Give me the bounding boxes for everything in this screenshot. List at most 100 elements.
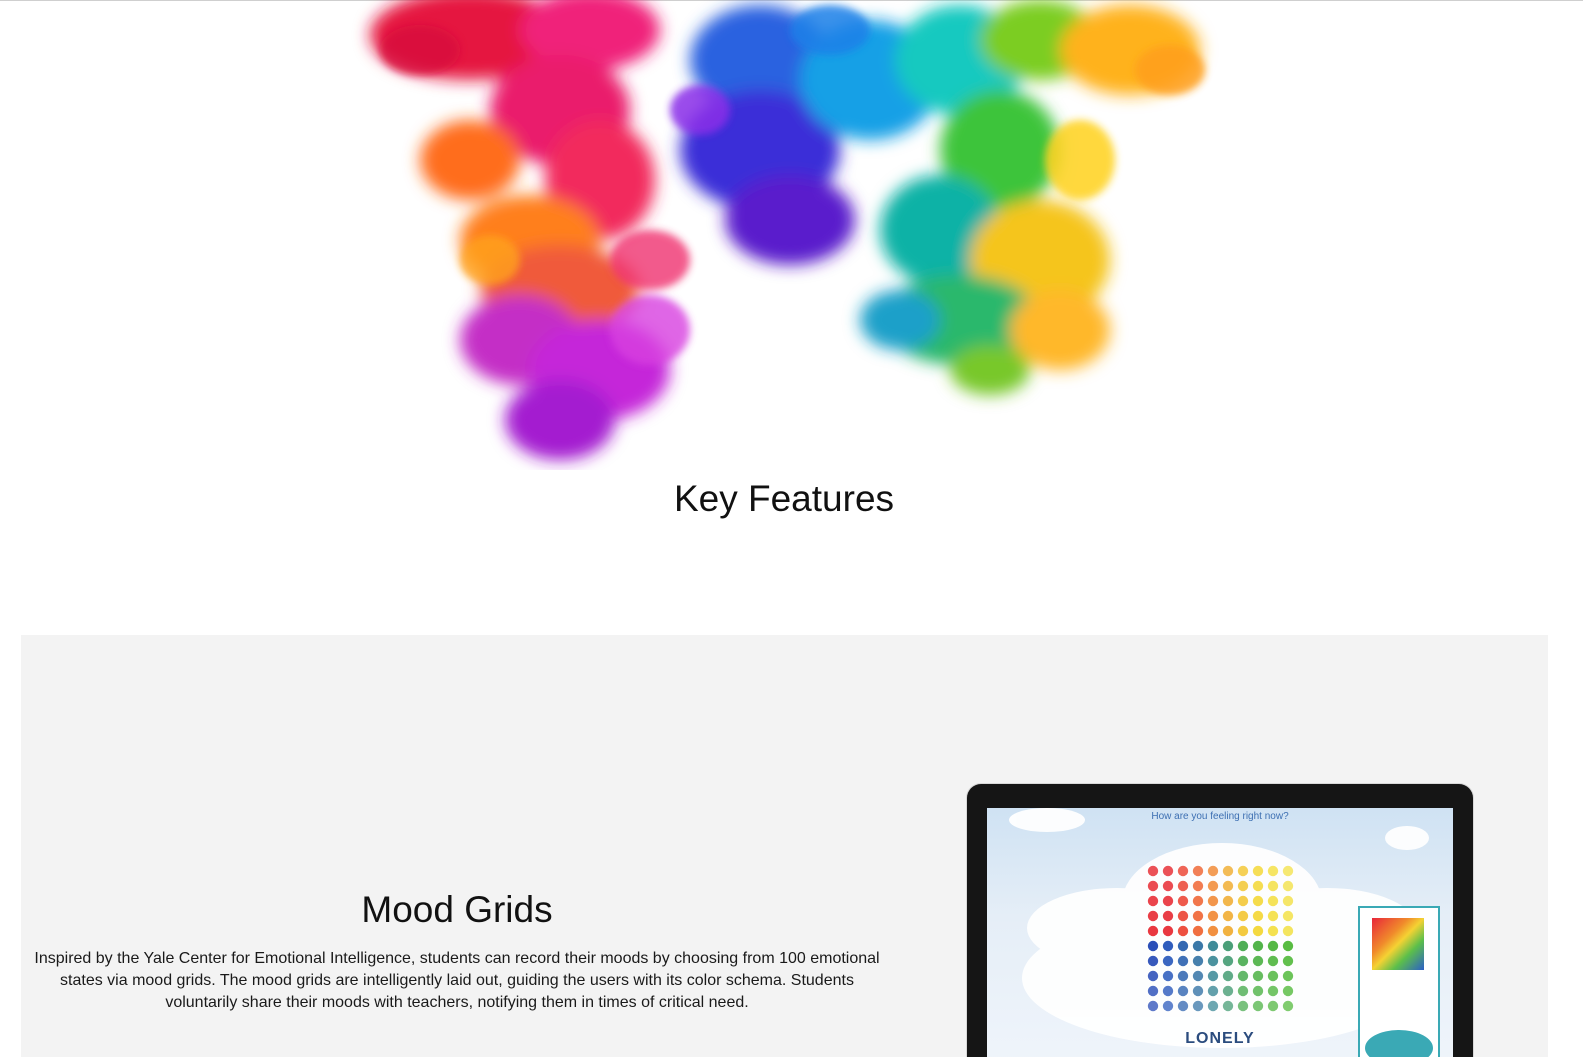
mood-dot[interactable] (1237, 940, 1249, 952)
mood-dot[interactable] (1237, 910, 1249, 922)
mood-dot[interactable] (1267, 880, 1279, 892)
mood-dot[interactable] (1237, 955, 1249, 967)
mood-dot[interactable] (1192, 940, 1204, 952)
mood-dot[interactable] (1192, 880, 1204, 892)
mood-dot[interactable] (1177, 880, 1189, 892)
mood-dot[interactable] (1282, 1000, 1294, 1012)
mood-dot[interactable] (1267, 925, 1279, 937)
mood-dot[interactable] (1147, 940, 1159, 952)
mood-dot[interactable] (1147, 910, 1159, 922)
mood-dot[interactable] (1267, 985, 1279, 997)
mood-dot[interactable] (1192, 925, 1204, 937)
mood-dot[interactable] (1192, 985, 1204, 997)
mood-dot[interactable] (1252, 940, 1264, 952)
mood-dot[interactable] (1282, 910, 1294, 922)
mood-dot[interactable] (1207, 910, 1219, 922)
mood-dot[interactable] (1252, 910, 1264, 922)
mood-dot[interactable] (1162, 925, 1174, 937)
mood-dot[interactable] (1237, 985, 1249, 997)
mood-dot[interactable] (1177, 895, 1189, 907)
mood-dot[interactable] (1252, 970, 1264, 982)
mood-dot[interactable] (1147, 925, 1159, 937)
mood-dot[interactable] (1267, 895, 1279, 907)
mood-dot[interactable] (1252, 1000, 1264, 1012)
mood-dot[interactable] (1222, 985, 1234, 997)
mood-dot[interactable] (1192, 970, 1204, 982)
mood-dot[interactable] (1237, 970, 1249, 982)
mood-dot[interactable] (1207, 940, 1219, 952)
mood-dot[interactable] (1267, 865, 1279, 877)
mood-dot[interactable] (1147, 865, 1159, 877)
mood-dot[interactable] (1162, 880, 1174, 892)
mood-dot[interactable] (1267, 910, 1279, 922)
mood-dot[interactable] (1252, 880, 1264, 892)
mood-dot[interactable] (1177, 1000, 1189, 1012)
mood-dot[interactable] (1192, 895, 1204, 907)
mood-dot[interactable] (1222, 940, 1234, 952)
mood-dot[interactable] (1237, 925, 1249, 937)
mood-dot[interactable] (1252, 985, 1264, 997)
mood-dot[interactable] (1177, 940, 1189, 952)
mood-dot[interactable] (1177, 925, 1189, 937)
mood-dot[interactable] (1147, 1000, 1159, 1012)
mood-dot[interactable] (1282, 895, 1294, 907)
mood-dot[interactable] (1207, 970, 1219, 982)
mood-dot[interactable] (1162, 895, 1174, 907)
mood-dot[interactable] (1267, 1000, 1279, 1012)
mood-dot[interactable] (1252, 925, 1264, 937)
mood-dot[interactable] (1282, 985, 1294, 997)
mood-dot[interactable] (1237, 895, 1249, 907)
mood-dot[interactable] (1282, 880, 1294, 892)
mood-dot[interactable] (1162, 985, 1174, 997)
mood-dot[interactable] (1222, 1000, 1234, 1012)
mood-dot[interactable] (1177, 955, 1189, 967)
mood-dot[interactable] (1237, 1000, 1249, 1012)
mood-dot[interactable] (1177, 985, 1189, 997)
mood-dot[interactable] (1282, 955, 1294, 967)
mood-dot[interactable] (1162, 1000, 1174, 1012)
mood-dot[interactable] (1222, 880, 1234, 892)
mood-dot[interactable] (1177, 865, 1189, 877)
mood-dot[interactable] (1192, 1000, 1204, 1012)
mood-dot[interactable] (1207, 1000, 1219, 1012)
mood-dot[interactable] (1162, 865, 1174, 877)
mood-dot[interactable] (1282, 940, 1294, 952)
mood-dot[interactable] (1147, 970, 1159, 982)
mood-dot[interactable] (1192, 910, 1204, 922)
mood-dot[interactable] (1267, 940, 1279, 952)
mood-dot[interactable] (1222, 955, 1234, 967)
mood-dot[interactable] (1282, 865, 1294, 877)
mood-dot[interactable] (1162, 910, 1174, 922)
mood-dot[interactable] (1177, 970, 1189, 982)
mood-dot[interactable] (1252, 955, 1264, 967)
mood-dot[interactable] (1222, 895, 1234, 907)
mood-dot[interactable] (1267, 970, 1279, 982)
mood-dot[interactable] (1177, 910, 1189, 922)
mood-dot[interactable] (1222, 970, 1234, 982)
mood-dot[interactable] (1192, 865, 1204, 877)
mood-dot[interactable] (1237, 880, 1249, 892)
mood-dot[interactable] (1207, 985, 1219, 997)
mood-dot[interactable] (1162, 970, 1174, 982)
mood-dot[interactable] (1252, 895, 1264, 907)
mood-dot[interactable] (1267, 955, 1279, 967)
mood-dot[interactable] (1147, 955, 1159, 967)
mood-dot[interactable] (1162, 955, 1174, 967)
mood-dot[interactable] (1237, 865, 1249, 877)
mood-dot[interactable] (1222, 865, 1234, 877)
mood-dot[interactable] (1207, 925, 1219, 937)
mood-dot[interactable] (1147, 985, 1159, 997)
mood-dot[interactable] (1207, 880, 1219, 892)
mood-dot[interactable] (1192, 955, 1204, 967)
mood-dot[interactable] (1147, 880, 1159, 892)
mood-dot[interactable] (1162, 940, 1174, 952)
mood-dot[interactable] (1207, 955, 1219, 967)
mood-dot[interactable] (1147, 895, 1159, 907)
mood-dot[interactable] (1252, 865, 1264, 877)
mood-dot[interactable] (1222, 925, 1234, 937)
mood-dot[interactable] (1282, 925, 1294, 937)
mood-dot[interactable] (1282, 970, 1294, 982)
mood-dot[interactable] (1207, 865, 1219, 877)
mood-dot[interactable] (1207, 895, 1219, 907)
mood-dot[interactable] (1222, 910, 1234, 922)
